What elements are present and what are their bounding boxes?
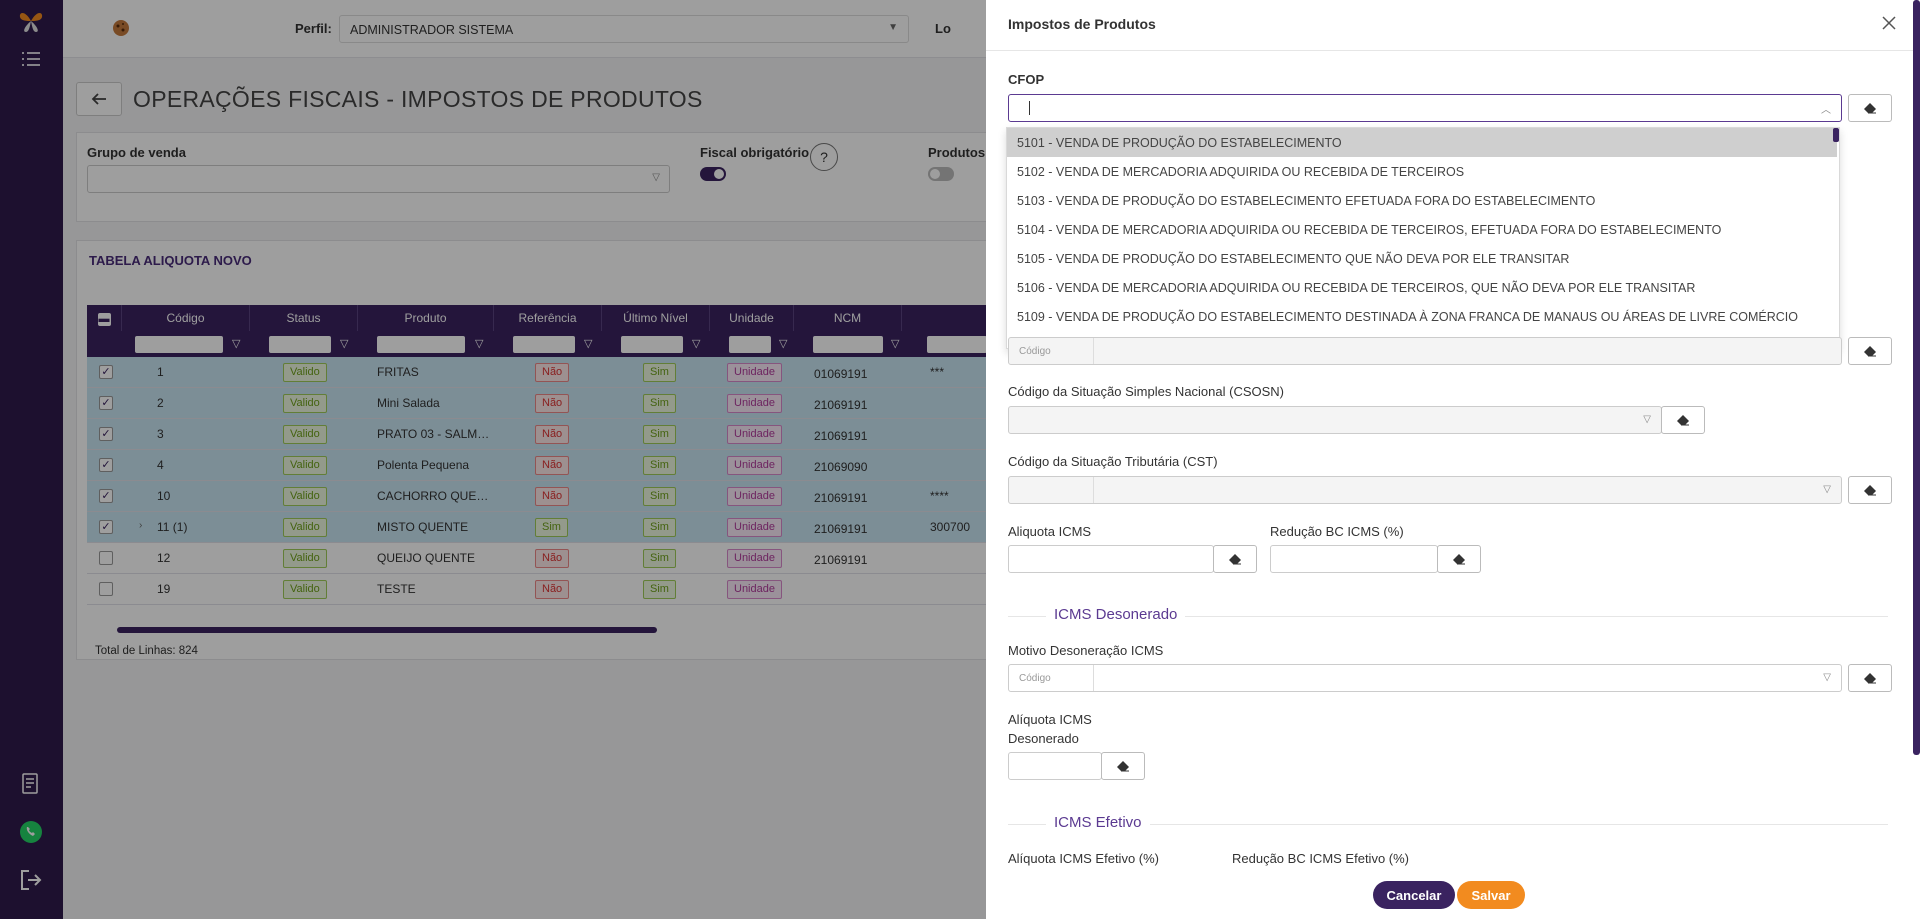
aliquota-icms-clear-button[interactable] — [1213, 545, 1257, 573]
reducao-efetivo-label: Redução BC ICMS Efetivo (%) — [1232, 851, 1410, 866]
cfop-option[interactable]: 5106 - VENDA DE MERCADORIA ADQUIRIDA OU … — [1007, 273, 1837, 302]
aliquota-efetivo-label: Alíquota ICMS Efetivo (%) — [1008, 851, 1159, 866]
cfop-option[interactable]: 5109 - VENDA DE PRODUÇÃO DO ESTABELECIME… — [1007, 302, 1837, 331]
aliquota-icms-label: Aliquota ICMS — [1008, 524, 1092, 539]
cst-select[interactable]: ▽ — [1008, 476, 1842, 504]
drawer-title: Impostos de Produtos — [1008, 16, 1156, 32]
cfop-option[interactable]: 5105 - VENDA DE PRODUÇÃO DO ESTABELECIME… — [1007, 244, 1837, 273]
chevron-down-icon: ▽ — [1823, 672, 1831, 683]
reducao-bc-label: Redução BC ICMS (%) — [1270, 524, 1404, 539]
save-button[interactable]: Salvar — [1457, 881, 1525, 909]
close-icon[interactable] — [1882, 14, 1896, 35]
chevron-down-icon: ▽ — [1643, 414, 1651, 425]
code-placeholder: Código — [1019, 673, 1051, 684]
chevron-up-icon[interactable]: ︿ — [1821, 101, 1831, 116]
divider — [1093, 338, 1094, 364]
modal-overlay[interactable] — [0, 0, 986, 919]
cfop-code-combo[interactable]: Código — [1008, 337, 1842, 365]
aliquota-icms-input[interactable] — [1008, 545, 1214, 573]
csosn-select[interactable]: ▽ — [1008, 406, 1662, 434]
icms-desonerado-section: ICMS Desonerado — [1046, 606, 1186, 623]
cancel-button[interactable]: Cancelar — [1373, 881, 1455, 909]
cfop-option[interactable]: 5104 - VENDA DE MERCADORIA ADQUIRIDA OU … — [1007, 215, 1837, 244]
drawer-divider — [986, 50, 1920, 51]
aliquota-des-label-2: Desonerado — [1008, 731, 1079, 746]
motivo-clear-button[interactable] — [1848, 664, 1892, 692]
cfop-clear-button[interactable] — [1848, 94, 1892, 122]
aliquota-des-input[interactable] — [1008, 752, 1102, 780]
drawer-scrollbar[interactable] — [1913, 0, 1920, 755]
reducao-bc-clear-button[interactable] — [1437, 545, 1481, 573]
cfop-option[interactable]: 5103 - VENDA DE PRODUÇÃO DO ESTABELECIME… — [1007, 186, 1837, 215]
csosn-label: Código da Situação Simples Nacional (CSO… — [1008, 384, 1285, 399]
csosn-clear-button[interactable] — [1661, 406, 1705, 434]
divider — [1093, 665, 1094, 691]
motivo-select[interactable]: Código ▽ — [1008, 664, 1842, 692]
icms-efetivo-section: ICMS Efetivo — [1046, 814, 1150, 831]
aliquota-des-clear-button[interactable] — [1101, 752, 1145, 780]
cfop-dropdown: 5101 - VENDA DE PRODUÇÃO DO ESTABELECIME… — [1006, 127, 1840, 349]
divider — [1093, 477, 1094, 503]
cst-label: Código da Situação Tributária (CST) — [1008, 454, 1218, 469]
cfop-input[interactable]: ︿ — [1008, 94, 1842, 122]
cfop-option[interactable]: 5102 - VENDA DE MERCADORIA ADQUIRIDA OU … — [1007, 157, 1837, 186]
cfop-option[interactable]: 5101 - VENDA DE PRODUÇÃO DO ESTABELECIME… — [1007, 128, 1837, 157]
code-placeholder: Código — [1019, 346, 1051, 357]
motivo-label: Motivo Desoneração ICMS — [1008, 643, 1164, 658]
clear-button[interactable] — [1848, 337, 1892, 365]
taxes-drawer: Impostos de Produtos CFOP ︿ 5101 - VENDA… — [986, 0, 1920, 919]
reducao-bc-input[interactable] — [1270, 545, 1438, 573]
aliquota-des-label: Alíquota ICMS — [1008, 712, 1092, 727]
dropdown-scrollbar[interactable] — [1833, 128, 1839, 142]
chevron-down-icon: ▽ — [1823, 484, 1831, 495]
cfop-label: CFOP — [1008, 72, 1045, 87]
text-cursor — [1029, 101, 1030, 115]
cst-clear-button[interactable] — [1848, 476, 1892, 504]
